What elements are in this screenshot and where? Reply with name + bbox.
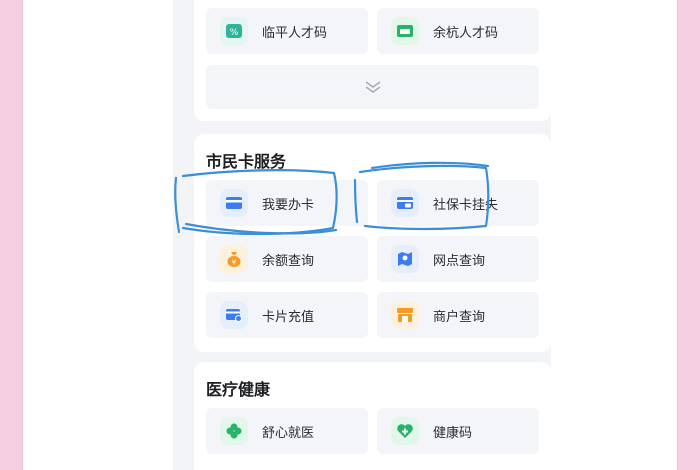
talent-code-card: % 临平人才码 余杭人才码 [194, 0, 551, 121]
money-bag-icon: ¥ [220, 245, 248, 273]
tile-label: 我要办卡 [262, 197, 315, 213]
clover-icon [220, 417, 248, 445]
chevron-double-down-icon [365, 81, 380, 93]
tile-health-code[interactable]: 健康码 [377, 408, 539, 454]
expand-more-button[interactable] [206, 65, 539, 109]
talent-code-icon: % [220, 17, 248, 45]
tile-label: 卡片充值 [262, 309, 315, 325]
store-icon [391, 301, 419, 329]
talent-card-icon [391, 17, 419, 45]
tile-balance-inquiry[interactable]: ¥ 余额查询 [206, 236, 368, 282]
card-lock-icon [391, 189, 419, 217]
card-topup-icon [220, 301, 248, 329]
tile-merchant-inquiry[interactable]: 商户查询 [377, 292, 539, 338]
tile-apply-card[interactable]: 我要办卡 [206, 180, 368, 226]
tile-label: 网点查询 [433, 253, 486, 269]
tile-label: 临平人才码 [262, 25, 328, 41]
tile-label: 舒心就医 [262, 425, 315, 441]
section-title: 医疗健康 [206, 380, 271, 399]
tile-label: 健康码 [433, 425, 473, 441]
medical-health-section: 医疗健康 舒心就医 健康码 [194, 362, 551, 470]
svg-text:¥: ¥ [232, 259, 237, 267]
svg-text:%: % [230, 28, 239, 38]
tile-linping-talent-code[interactable]: % 临平人才码 [206, 8, 368, 54]
map-pin-icon [391, 245, 419, 273]
tile-social-card-loss-report[interactable]: 社保卡挂失 [377, 180, 539, 226]
tile-easy-medical[interactable]: 舒心就医 [206, 408, 368, 454]
tile-label: 余杭人才码 [433, 25, 499, 41]
tile-card-topup[interactable]: 卡片充值 [206, 292, 368, 338]
tile-label: 社保卡挂失 [433, 197, 499, 213]
right-border-strip [678, 0, 700, 470]
card-icon [220, 189, 248, 217]
tile-label: 余额查询 [262, 253, 315, 269]
phone-frame: % 临平人才码 余杭人才码 市民卡服务 我要办卡 社保卡挂失 ¥ 余额查询 网点… [22, 0, 678, 470]
heart-plus-icon [391, 417, 419, 445]
tile-label: 商户查询 [433, 309, 486, 325]
app-screen: % 临平人才码 余杭人才码 市民卡服务 我要办卡 社保卡挂失 ¥ 余额查询 网点… [173, 0, 551, 470]
left-border-strip [0, 0, 22, 470]
tile-yuhang-talent-code[interactable]: 余杭人才码 [377, 8, 539, 54]
tile-outlet-inquiry[interactable]: 网点查询 [377, 236, 539, 282]
citizen-card-services: 市民卡服务 我要办卡 社保卡挂失 ¥ 余额查询 网点查询 卡片充值 商户查询 [194, 134, 551, 352]
section-title: 市民卡服务 [206, 152, 287, 171]
